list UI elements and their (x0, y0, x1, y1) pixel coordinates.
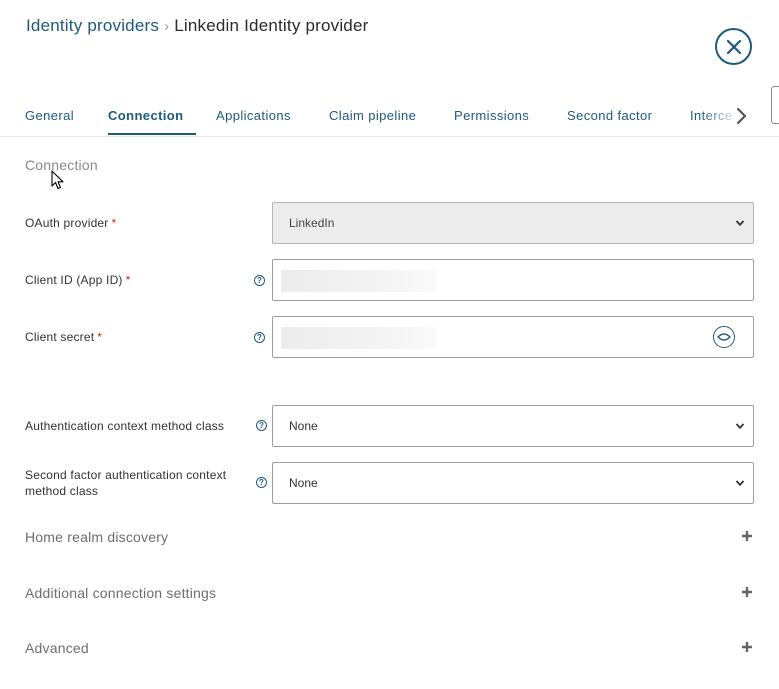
oauth-provider-value: LinkedIn (289, 216, 335, 230)
tab-permissions[interactable]: Permissions (454, 108, 529, 123)
second-factor-context-select[interactable]: None (272, 462, 754, 504)
auth-context-label: Authentication context method class (25, 419, 225, 433)
tab-claim-pipeline[interactable]: Claim pipeline (329, 108, 416, 123)
tab-bar: General Connection Applications Claim pi… (0, 96, 779, 137)
help-icon[interactable]: ? (254, 332, 265, 343)
client-id-label: Client ID (App ID) * (25, 272, 131, 288)
help-icon[interactable]: ? (256, 420, 267, 431)
tab-second-factor[interactable]: Second factor (567, 108, 652, 123)
side-panel-edge[interactable] (771, 86, 779, 124)
additional-connection-settings-section[interactable]: Additional connection settings (25, 582, 754, 604)
close-button[interactable] (715, 28, 752, 65)
client-id-redacted-value (281, 270, 436, 292)
close-icon (726, 39, 741, 54)
tab-connection[interactable]: Connection (108, 108, 184, 123)
show-secret-button[interactable] (713, 326, 735, 348)
plus-icon (742, 587, 752, 597)
breadcrumb-identity-providers-link[interactable]: Identity providers (26, 16, 159, 35)
chevron-down-icon (735, 220, 745, 227)
home-realm-discovery-label: Home realm discovery (25, 529, 169, 545)
client-secret-input[interactable] (272, 316, 754, 358)
breadcrumb: Identity providers › Linkedin Identity pro… (26, 16, 368, 36)
auth-context-select[interactable]: None (272, 405, 754, 447)
tabs-scroll-next-button[interactable] (730, 104, 752, 128)
chevron-down-icon (735, 480, 745, 487)
client-secret-redacted-value (281, 327, 436, 349)
second-factor-context-label: Second factor authentication context met… (25, 468, 227, 498)
home-realm-discovery-section[interactable]: Home realm discovery (25, 526, 754, 548)
client-id-input[interactable] (272, 259, 754, 301)
second-factor-context-value: None (289, 476, 318, 490)
active-tab-indicator (108, 133, 196, 135)
help-icon[interactable]: ? (256, 477, 267, 488)
chevron-down-icon (735, 423, 745, 430)
required-marker: * (97, 330, 103, 344)
help-icon[interactable]: ? (254, 275, 265, 286)
advanced-section[interactable]: Advanced (25, 637, 754, 659)
oauth-provider-label: OAuth provider * (25, 215, 116, 231)
oauth-provider-label-text: OAuth provider (25, 216, 109, 230)
page-title: Linkedin Identity provider (174, 16, 369, 35)
tab-applications[interactable]: Applications (216, 108, 291, 123)
plus-icon (742, 531, 752, 541)
mouse-cursor-icon (51, 170, 64, 190)
advanced-label: Advanced (25, 640, 89, 656)
client-secret-label-text: Client secret (25, 330, 95, 344)
plus-icon (742, 642, 752, 652)
chevron-right-icon (736, 107, 747, 125)
eye-icon (717, 333, 731, 341)
auth-context-value: None (289, 419, 318, 433)
breadcrumb-separator: › (164, 18, 170, 35)
oauth-provider-select[interactable]: LinkedIn (272, 202, 754, 244)
client-secret-label: Client secret * (25, 329, 102, 345)
additional-connection-settings-label: Additional connection settings (25, 585, 217, 601)
required-marker: * (111, 216, 117, 230)
tab-general[interactable]: General (25, 108, 74, 123)
required-marker: * (125, 273, 131, 287)
client-id-label-text: Client ID (App ID) (25, 273, 123, 287)
